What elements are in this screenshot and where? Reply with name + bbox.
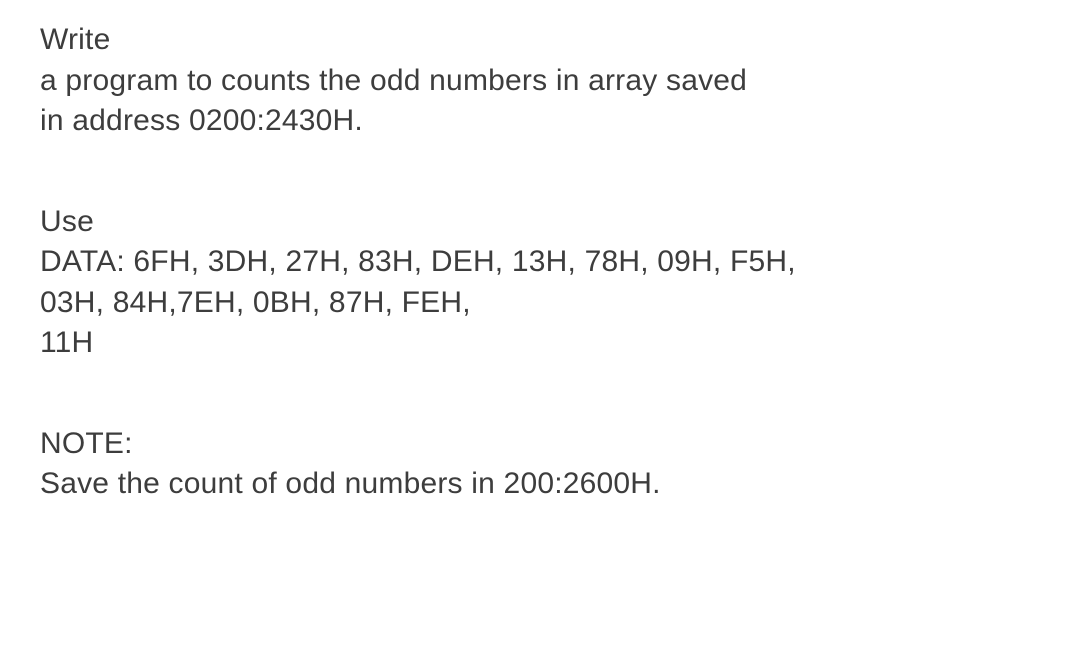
text-line: a program to counts the odd numbers in a… — [40, 61, 1040, 102]
text-line: Save the count of odd numbers in 200:260… — [40, 464, 1040, 505]
data-section: Use DATA: 6FH, 3DH, 27H, 83H, DEH, 13H, … — [40, 202, 1040, 364]
text-line: 11H — [40, 323, 1040, 364]
text-line: Write — [40, 20, 1040, 61]
problem-statement: Write a program to counts the odd number… — [40, 20, 1040, 142]
note-section: NOTE: Save the count of odd numbers in 2… — [40, 424, 1040, 505]
text-line: NOTE: — [40, 424, 1040, 465]
document-content: Write a program to counts the odd number… — [40, 20, 1040, 505]
text-line: Use — [40, 202, 1040, 243]
text-line: in address 0200:2430H. — [40, 101, 1040, 142]
text-line: DATA: 6FH, 3DH, 27H, 83H, DEH, 13H, 78H,… — [40, 242, 1040, 283]
text-line: 03H, 84H,7EH, 0BH, 87H, FEH, — [40, 283, 1040, 324]
